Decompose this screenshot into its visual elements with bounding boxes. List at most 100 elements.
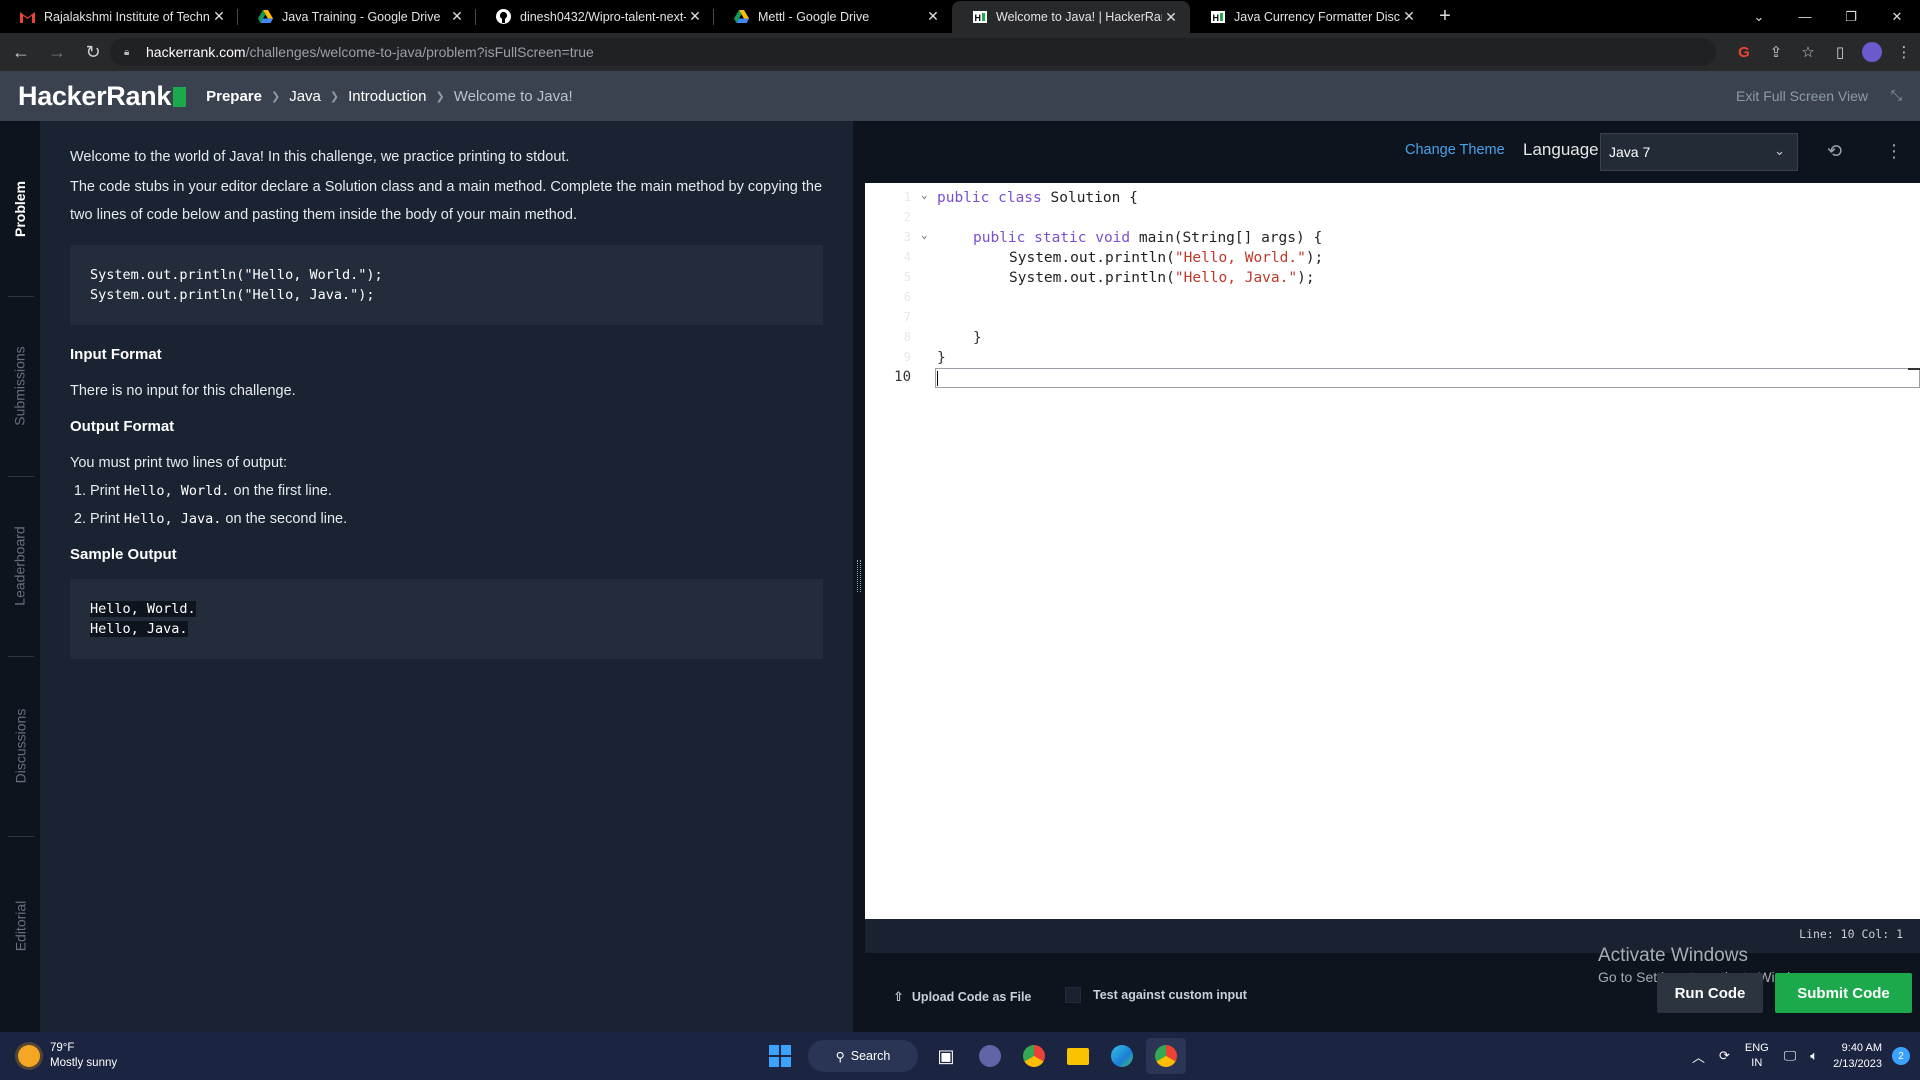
cursor-position: Line: 10 Col: 1 — [1799, 927, 1903, 941]
problem-instructions: The code stubs in your editor declare a … — [70, 179, 823, 223]
network-icon[interactable]: 🖵︎ — [1784, 1048, 1797, 1064]
tab-leaderboard[interactable]: Leaderboard — [0, 476, 40, 656]
hackerrank-icon: H — [972, 10, 987, 25]
line-number: 5 — [903, 270, 911, 284]
close-tab-icon[interactable]: ✕ — [210, 8, 228, 25]
change-theme-link[interactable]: Change Theme — [1405, 142, 1505, 158]
restore-icon[interactable]: ❐ — [1828, 9, 1874, 25]
start-button[interactable] — [760, 1038, 800, 1074]
reload-icon[interactable]: ↻ — [78, 37, 108, 67]
address-bar[interactable]: 🔒︎ hackerrank.com/challenges/welcome-to-… — [110, 38, 1716, 66]
history-icon[interactable]: ⟲ — [1827, 141, 1842, 162]
tab-java-training-drive[interactable]: Java Training - Google Drive ✕ — [238, 0, 476, 33]
profile-avatar-icon[interactable] — [1856, 42, 1888, 62]
collapse-arrows-icon[interactable]: ⤡ — [1891, 87, 1902, 104]
task-view-icon[interactable]: ▣ — [926, 1038, 966, 1074]
search-label: Search — [850, 1049, 891, 1063]
tab-title: dinesh0432/Wipro-talent-next-ja — [520, 9, 686, 24]
tab-mettl-drive[interactable]: Mettl - Google Drive ✕ — [714, 0, 952, 33]
temperature: 79°F — [50, 1042, 75, 1054]
output-format-heading: Output Format — [70, 418, 175, 435]
close-tab-icon[interactable]: ✕ — [1162, 9, 1180, 26]
edge-icon[interactable] — [1102, 1038, 1142, 1074]
hackerrank-logo[interactable]: HackerRank — [18, 80, 187, 112]
bookmark-star-icon[interactable]: ☆ — [1792, 43, 1824, 61]
more-options-icon[interactable]: ⋮ — [1885, 141, 1903, 162]
tab-search-chevron-icon[interactable]: ⌄ — [1736, 9, 1782, 25]
lock-icon[interactable]: 🔒︎ — [124, 47, 134, 58]
chrome-active-icon[interactable] — [1146, 1038, 1186, 1074]
back-arrow-icon[interactable]: ← — [6, 37, 36, 67]
code-snippet: System.out.println("Hello, World."); Sys… — [70, 245, 823, 325]
input-language[interactable]: ENG IN — [1745, 1041, 1769, 1071]
code-line-9: } — [937, 350, 946, 366]
editor-actions: ⇧ Upload Code as File Test against custo… — [865, 945, 1920, 1032]
window-controls: ⌄ — ❐ ✕ — [1736, 0, 1920, 33]
language-select[interactable]: Java 7 ⌄ — [1600, 133, 1798, 171]
notification-badge[interactable]: 2 — [1892, 1047, 1910, 1065]
breadcrumb-introduction[interactable]: Introduction — [348, 88, 426, 105]
custom-input-toggle[interactable]: Test against custom input — [1065, 987, 1247, 1003]
current-line-number: 10 — [894, 369, 911, 385]
close-tab-icon[interactable]: ✕ — [686, 8, 704, 25]
new-tab-button[interactable]: + — [1428, 0, 1462, 33]
close-tab-icon[interactable]: ✕ — [924, 8, 942, 25]
current-line-highlight — [935, 368, 1920, 388]
upload-code-button[interactable]: ⇧ Upload Code as File — [893, 989, 1031, 1005]
volume-icon[interactable]: 🔈︎ — [1810, 1048, 1818, 1064]
system-tray: ︿ ⟳ ENG IN 🖵︎ 🔈︎ 9:40 AM 2/13/2023 2 — [1685, 1032, 1910, 1080]
chevron-right-icon: ❯ — [270, 90, 281, 103]
taskbar-apps: ⚲ Search ▣ — [758, 1038, 1188, 1074]
weather-widget[interactable]: 79°F Mostly sunny — [18, 1041, 117, 1071]
svg-text:H: H — [1212, 13, 1219, 23]
minimize-icon[interactable]: — — [1782, 9, 1828, 24]
line-number-gutter: 1 2 3 4 5 6 7 8 9 10 — [865, 183, 925, 919]
sync-icon[interactable]: ⟳ — [1719, 1048, 1730, 1064]
logo-text: HackerRank — [18, 80, 172, 111]
language-value: Java 7 — [1609, 144, 1651, 160]
tab-currency-formatter[interactable]: H Java Currency Formatter Discussi ✕ — [1190, 0, 1428, 33]
github-icon — [496, 9, 511, 24]
tab-title: Java Training - Google Drive — [282, 9, 441, 24]
scrollbar-marker[interactable] — [1908, 368, 1920, 370]
custom-input-checkbox[interactable] — [1065, 987, 1081, 1003]
watermark-title: Activate Windows — [1598, 945, 1748, 966]
chevron-up-icon[interactable]: ︿ — [1692, 1047, 1705, 1066]
resize-grip-icon[interactable] — [857, 560, 861, 592]
tab-github[interactable]: dinesh0432/Wipro-talent-next-ja ✕ — [476, 0, 714, 33]
chevron-down-icon: ⌄ — [1774, 143, 1785, 158]
taskbar-search[interactable]: ⚲ Search — [808, 1040, 918, 1072]
close-tab-icon[interactable]: ✕ — [448, 8, 466, 25]
submit-code-button[interactable]: Submit Code — [1775, 973, 1912, 1013]
google-icon[interactable]: G — [1728, 44, 1760, 61]
close-tab-icon[interactable]: ✕ — [1400, 8, 1418, 25]
input-format-heading: Input Format — [70, 346, 162, 363]
code-line-5: System.out.println("Hello, Java."); — [1009, 270, 1315, 286]
code-editor[interactable]: 1 2 3 4 5 6 7 8 9 10 ⌄ ⌄ public class So… — [865, 183, 1920, 919]
forward-arrow-icon[interactable]: → — [42, 37, 72, 67]
fold-chevron-icon[interactable]: ⌄ — [921, 188, 933, 201]
tab-gmail[interactable]: Rajalakshmi Institute of Technolo ✕ — [0, 0, 238, 33]
tab-editorial[interactable]: Editorial — [0, 836, 40, 1016]
chrome-icon[interactable] — [1014, 1038, 1054, 1074]
line-number: 7 — [903, 310, 911, 324]
breadcrumb-java[interactable]: Java — [289, 88, 321, 105]
tab-hackerrank-active[interactable]: H Welcome to Java! | HackerRank ✕ — [952, 1, 1190, 33]
tab-problem[interactable]: Problem — [0, 121, 40, 296]
tab-submissions[interactable]: Submissions — [0, 296, 40, 476]
windows-taskbar: 79°F Mostly sunny ⚲ Search ▣ ︿ ⟳ ENG IN … — [0, 1032, 1920, 1080]
clock[interactable]: 9:40 AM 2/13/2023 — [1833, 1040, 1882, 1072]
browser-menu-icon[interactable]: ⋮ — [1888, 43, 1920, 61]
file-explorer-icon[interactable] — [1058, 1038, 1098, 1074]
line-number: 3 — [903, 230, 911, 244]
tab-discussions[interactable]: Discussions — [0, 656, 40, 836]
run-code-button[interactable]: Run Code — [1657, 973, 1763, 1013]
fold-chevron-icon[interactable]: ⌄ — [921, 228, 933, 241]
teams-chat-icon[interactable] — [970, 1038, 1010, 1074]
exit-full-screen-link[interactable]: Exit Full Screen View — [1736, 71, 1868, 121]
side-panel-icon[interactable]: ▯ — [1824, 43, 1856, 61]
close-window-icon[interactable]: ✕ — [1874, 9, 1920, 25]
share-icon[interactable]: ⇪ — [1760, 43, 1792, 61]
breadcrumb-prepare[interactable]: Prepare — [206, 88, 262, 105]
tab-editorial-label: Editorial — [12, 900, 28, 952]
